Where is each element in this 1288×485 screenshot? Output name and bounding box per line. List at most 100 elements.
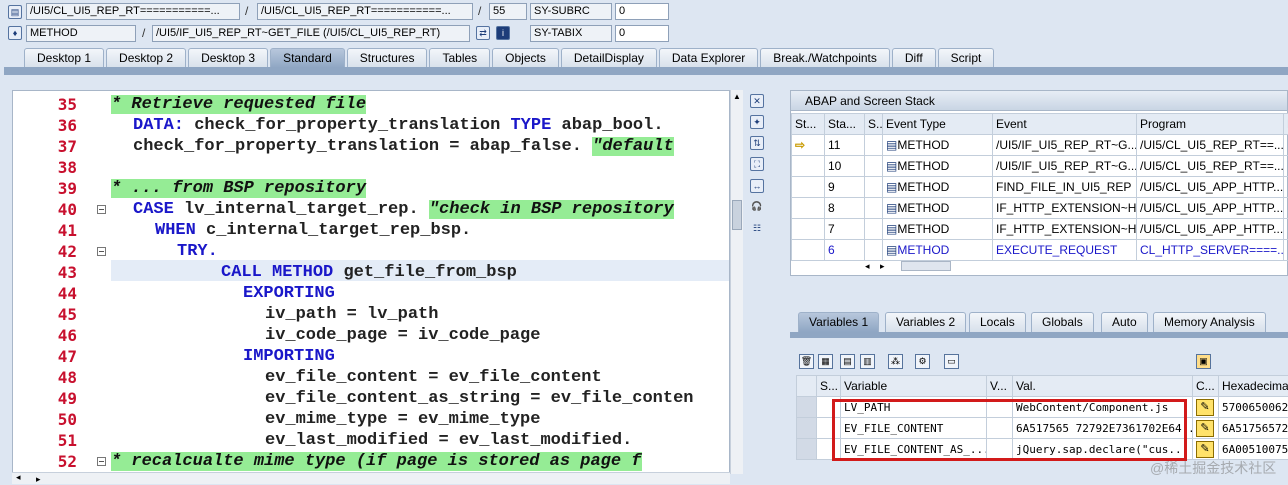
- scroll-thumb[interactable]: [732, 200, 742, 230]
- row-selector[interactable]: [797, 418, 817, 439]
- tab-break-watchpoints[interactable]: Break./Watchpoints: [760, 48, 890, 68]
- variables-column-header[interactable]: C...: [1193, 376, 1219, 397]
- code-line: iv_code_page = iv_code_page: [265, 325, 540, 346]
- stack-event-type: ▤METHOD: [883, 219, 993, 240]
- stack-column-header[interactable]: S...: [865, 114, 883, 135]
- sy-tabix-value[interactable]: 0: [615, 25, 669, 42]
- tab-structures[interactable]: Structures: [347, 48, 428, 68]
- tab-auto[interactable]: Auto: [1101, 312, 1148, 332]
- variable-row[interactable]: EV_FILE_CONTENT 6A517565 72792E7361702E64…: [797, 418, 1288, 439]
- variable-name[interactable]: LV_PATH: [841, 397, 987, 418]
- line-number: 37: [13, 136, 79, 157]
- display-icon[interactable]: ▭: [944, 354, 959, 369]
- edit-pencil-icon[interactable]: ✎: [1196, 399, 1214, 416]
- collapse-icon[interactable]: [97, 457, 106, 466]
- stack-column-header[interactable]: St...: [792, 114, 825, 135]
- variable-name[interactable]: EV_FILE_CONTENT: [841, 418, 987, 439]
- stack-cell: [865, 135, 883, 156]
- variables-column-header[interactable]: S...: [817, 376, 841, 397]
- sy-subrc-value[interactable]: 0: [615, 3, 669, 20]
- grid-icon[interactable]: ▦: [818, 354, 833, 369]
- tab-locals[interactable]: Locals: [969, 312, 1026, 332]
- stack-event: IF_HTTP_EXTENSION~H...: [993, 219, 1137, 240]
- stack-row[interactable]: 9▤METHODFIND_FILE_IN_UI5_REP/UI5/CL_UI5_…: [792, 177, 1288, 198]
- scroll-right-icon[interactable]: ▸: [880, 261, 885, 271]
- save-icon[interactable]: ▣: [1196, 354, 1211, 369]
- stack-column-header[interactable]: Program: [1137, 114, 1284, 135]
- edit-pencil-icon[interactable]: ✎: [1196, 420, 1214, 437]
- headset-icon[interactable]: 🎧: [750, 200, 764, 214]
- variables-column-header[interactable]: V...: [987, 376, 1013, 397]
- tab-objects[interactable]: Objects: [492, 48, 559, 68]
- stack-cell: [1284, 219, 1288, 240]
- stack-event-type: ▤METHOD: [883, 156, 993, 177]
- tab-detaildisplay[interactable]: DetailDisplay: [561, 48, 657, 68]
- tab-memory-analysis[interactable]: Memory Analysis: [1153, 312, 1266, 332]
- stack-program: /UI5/CL_UI5_REP_RT==...: [1137, 135, 1284, 156]
- tab-variables-2[interactable]: Variables 2: [885, 312, 966, 332]
- fullscreen-icon[interactable]: ⛶: [750, 157, 764, 171]
- variable-row[interactable]: EV_FILE_CONTENT_AS_... jQuery.sap.declare…: [797, 439, 1288, 460]
- row-selector[interactable]: [797, 439, 817, 460]
- stack-horizontal-scrollbar[interactable]: ◂ ▸: [865, 261, 965, 273]
- tab-script[interactable]: Script: [938, 48, 995, 68]
- variables-column-header[interactable]: Val.: [1013, 376, 1193, 397]
- stack-row[interactable]: 7▤METHODIF_HTTP_EXTENSION~H.../UI5/CL_UI…: [792, 219, 1288, 240]
- method-icon: ▤: [886, 159, 897, 173]
- stack-row[interactable]: 6▤METHODEXECUTE_REQUESTCL_HTTP_SERVER===…: [792, 240, 1288, 261]
- stack-cell: [865, 240, 883, 261]
- tab-standard[interactable]: Standard: [270, 48, 345, 68]
- navigate-icon[interactable]: ⇄: [476, 26, 490, 40]
- scroll-right-icon[interactable]: ▸: [36, 474, 41, 485]
- variable-value[interactable]: 6A517565 72792E7361702E64...: [1013, 418, 1193, 439]
- line-number: 38: [13, 157, 79, 178]
- stack-row[interactable]: ⇨11▤METHOD/UI5/IF_UI5_REP_RT~G.../UI5/CL…: [792, 135, 1288, 156]
- source-code-editor[interactable]: 35* Retrieve requested file36DATA: check…: [12, 90, 730, 474]
- tab-data-explorer[interactable]: Data Explorer: [659, 48, 758, 68]
- tab-diff[interactable]: Diff: [892, 48, 936, 68]
- stack-column-header[interactable]: Event Type: [883, 114, 993, 135]
- variables-column-header[interactable]: Variable: [841, 376, 987, 397]
- code-line: ev_file_content_as_string = ev_file_cont…: [265, 388, 693, 409]
- tab-desktop-2[interactable]: Desktop 2: [106, 48, 186, 68]
- scroll-left-icon[interactable]: ◂: [16, 472, 21, 483]
- export-icon[interactable]: ▥: [860, 354, 875, 369]
- stack-column-header[interactable]: N: [1284, 114, 1288, 135]
- variables-column-header[interactable]: Hexadecimal: [1219, 376, 1288, 397]
- editor-vertical-scrollbar[interactable]: ▲: [730, 90, 743, 474]
- edit-pencil-icon[interactable]: ✎: [1196, 441, 1214, 458]
- structure-icon[interactable]: ⁂: [888, 354, 903, 369]
- variable-row[interactable]: LV_PATHWebContent/Component.js✎570065006…: [797, 397, 1288, 418]
- tab-variables-1[interactable]: Variables 1: [798, 312, 879, 332]
- stack-column-header[interactable]: Sta...: [825, 114, 865, 135]
- resize-icon[interactable]: ↔: [750, 179, 764, 193]
- hierarchy-icon[interactable]: ☷: [750, 222, 764, 236]
- variable-name[interactable]: EV_FILE_CONTENT_AS_...: [841, 439, 987, 460]
- delete-icon[interactable]: 🗑: [799, 354, 814, 369]
- settings-icon[interactable]: ⚙: [915, 354, 930, 369]
- new-window-icon[interactable]: ✦: [750, 115, 764, 129]
- stack-program: /UI5/CL_UI5_REP_RT==...: [1137, 156, 1284, 177]
- scroll-left-icon[interactable]: ◂: [865, 261, 870, 271]
- collapse-icon[interactable]: [97, 205, 106, 214]
- scroll-up-icon[interactable]: ▲: [733, 92, 741, 101]
- tab-desktop-1[interactable]: Desktop 1: [24, 48, 104, 68]
- scroll-thumb[interactable]: [901, 261, 951, 271]
- tab-globals[interactable]: Globals: [1031, 312, 1094, 332]
- variable-value[interactable]: WebContent/Component.js: [1013, 397, 1193, 418]
- row-selector[interactable]: [797, 397, 817, 418]
- info-icon[interactable]: i: [496, 26, 510, 40]
- tab-desktop-3[interactable]: Desktop 3: [188, 48, 268, 68]
- import-icon[interactable]: ▤: [840, 354, 855, 369]
- stack-row[interactable]: 10▤METHOD/UI5/IF_UI5_REP_RT~G.../UI5/CL_…: [792, 156, 1288, 177]
- stack-row[interactable]: 8▤METHODIF_HTTP_EXTENSION~H.../UI5/CL_UI…: [792, 198, 1288, 219]
- variable-value[interactable]: jQuery.sap.declare("cus...: [1013, 439, 1193, 460]
- tab-tables[interactable]: Tables: [429, 48, 490, 68]
- line-number: 42: [13, 241, 79, 262]
- collapse-icon[interactable]: [97, 247, 106, 256]
- editor-horizontal-scrollbar[interactable]: ◂ ▸: [12, 472, 730, 484]
- stack-level: 8: [825, 198, 865, 219]
- stack-column-header[interactable]: Event: [993, 114, 1137, 135]
- swap-icon[interactable]: ⇅: [750, 136, 764, 150]
- close-icon[interactable]: ✕: [750, 94, 764, 108]
